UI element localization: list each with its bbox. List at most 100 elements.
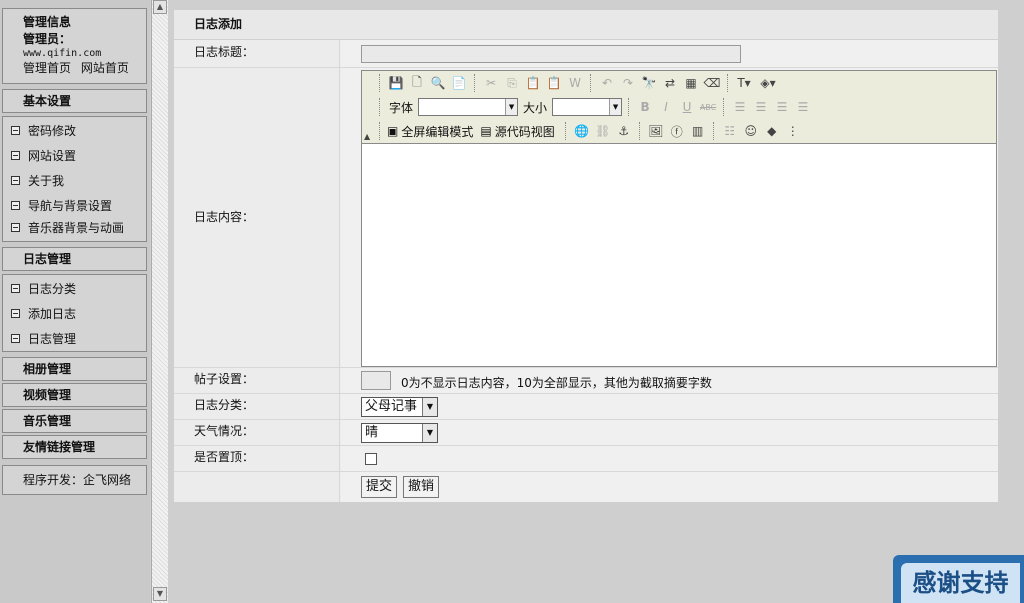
preview-icon[interactable]: 🔍 xyxy=(429,74,447,92)
insert-link-icon[interactable]: 🌐 xyxy=(573,122,591,140)
section-friend-links[interactable]: 友情链接管理 xyxy=(2,435,147,459)
collapse-icon xyxy=(11,151,20,160)
align-left-icon[interactable]: ☰ xyxy=(731,98,749,116)
section-album-management[interactable]: 相册管理 xyxy=(2,357,147,381)
collapse-toolbar-icon[interactable]: ▲ xyxy=(364,132,370,141)
page-title: 日志添加 xyxy=(174,10,998,40)
insert-flash-icon[interactable]: ⓕ xyxy=(668,122,686,140)
summary-length-input[interactable] xyxy=(361,371,391,390)
template-icon[interactable]: 📄 xyxy=(450,74,468,92)
weather-select[interactable]: 晴 ▼ xyxy=(361,423,438,443)
title-label: 日志标题： xyxy=(174,40,340,67)
align-justify-icon[interactable]: ☰ xyxy=(794,98,812,116)
chevron-down-icon: ▼ xyxy=(505,99,518,115)
collapse-icon xyxy=(11,126,20,135)
save-icon[interactable]: 💾 xyxy=(387,74,405,92)
admin-info-title: 管理信息 xyxy=(23,15,72,29)
site-home-link[interactable]: 网站首页 xyxy=(81,61,129,75)
font-label: 字体 xyxy=(389,100,414,115)
content-row: 日志内容： 💾 🗋 🔍 📄 ✂ ⎘ 📋 📋 W ↶ ↷ 🔭 ⇄ ▦ ⌫ T▾ ◈… xyxy=(174,68,998,368)
submit-button[interactable]: 提交 xyxy=(361,476,398,498)
category-label: 日志分类： xyxy=(174,394,340,419)
menu-add-log[interactable]: 添加日志 xyxy=(3,302,146,327)
admin-home-link[interactable]: 管理首页 xyxy=(23,61,71,75)
align-center-icon[interactable]: ☰ xyxy=(752,98,770,116)
fullscreen-icon: ▣ xyxy=(387,124,399,138)
basic-settings-menu: 密码修改 网站设置 关于我 导航与背景设置 音乐器背景与动画 xyxy=(2,116,147,242)
text-color-icon[interactable]: T▾ xyxy=(735,74,753,92)
source-icon: ▤ xyxy=(480,124,492,138)
menu-log-manage[interactable]: 日志管理 xyxy=(3,327,146,352)
sidebar: 管理信息 管理员： www.qifin.com 管理首页 网站首页 基本设置 密… xyxy=(0,0,150,603)
new-page-icon[interactable]: 🗋 xyxy=(408,74,426,92)
site-domain: www.qifin.com xyxy=(23,48,102,59)
weather-row: 天气情况： 晴 ▼ xyxy=(174,420,998,446)
paste-word-icon[interactable]: W xyxy=(566,74,584,92)
menu-site-settings[interactable]: 网站设置 xyxy=(3,144,146,169)
scroll-up-arrow-icon[interactable]: ▲ xyxy=(153,0,167,14)
admin-info-box: 管理信息 管理员： www.qifin.com 管理首页 网站首页 xyxy=(2,8,147,84)
fullscreen-button[interactable]: ▣ 全屏编辑模式 xyxy=(387,123,473,140)
collapse-icon xyxy=(11,309,20,318)
paste-icon[interactable]: 📋 xyxy=(524,74,542,92)
menu-log-category[interactable]: 日志分类 xyxy=(3,277,146,302)
anchor-icon[interactable]: ⚓ xyxy=(615,122,633,140)
section-basic-settings[interactable]: 基本设置 xyxy=(2,89,147,113)
size-select[interactable]: ▼ xyxy=(552,98,623,116)
developer-credit: 程序开发：企飞网络 xyxy=(2,465,147,495)
section-music-management[interactable]: 音乐管理 xyxy=(2,409,147,433)
remove-format-icon[interactable]: ⌫ xyxy=(703,74,721,92)
background-color-icon[interactable]: ◈▾ xyxy=(756,74,780,92)
size-label: 大小 xyxy=(523,100,548,115)
pin-top-label: 是否置顶： xyxy=(174,446,340,471)
unlink-icon[interactable]: ⛓ xyxy=(594,122,612,140)
page-break-icon[interactable]: ⋮ xyxy=(784,122,802,140)
actions-row: 提交 撤销 xyxy=(174,472,998,502)
cancel-button[interactable]: 撤销 xyxy=(403,476,440,498)
undo-icon[interactable]: ↶ xyxy=(598,74,616,92)
find-icon[interactable]: 🔭 xyxy=(640,74,658,92)
collapse-icon xyxy=(11,223,20,232)
vertical-scrollbar[interactable]: ▲ ▼ xyxy=(151,0,168,603)
italic-icon[interactable]: I xyxy=(657,98,675,116)
section-log-management[interactable]: 日志管理 xyxy=(2,247,147,271)
menu-music-player-bg[interactable]: 音乐器背景与动画 xyxy=(3,219,146,239)
copy-icon[interactable]: ⎘ xyxy=(503,74,521,92)
paste-text-icon[interactable]: 📋 xyxy=(545,74,563,92)
log-management-menu: 日志分类 添加日志 日志管理 xyxy=(2,274,147,352)
smiley-icon[interactable]: ☺ xyxy=(742,122,760,140)
scroll-down-arrow-icon[interactable]: ▼ xyxy=(153,587,167,601)
collapse-icon xyxy=(11,284,20,293)
pin-top-row: 是否置顶： xyxy=(174,446,998,472)
editor-toolbar: 💾 🗋 🔍 📄 ✂ ⎘ 📋 📋 W ↶ ↷ 🔭 ⇄ ▦ ⌫ T▾ ◈▾ 字体 ▼… xyxy=(362,71,996,144)
align-right-icon[interactable]: ☰ xyxy=(773,98,791,116)
menu-nav-background[interactable]: 导航与背景设置 xyxy=(3,194,146,219)
strikethrough-icon[interactable]: ABC xyxy=(699,98,717,116)
admin-label: 管理员： xyxy=(23,32,72,46)
section-video-management[interactable]: 视频管理 xyxy=(2,383,147,407)
chevron-down-icon: ▼ xyxy=(422,398,437,416)
cut-icon[interactable]: ✂ xyxy=(482,74,500,92)
select-all-icon[interactable]: ▦ xyxy=(682,74,700,92)
menu-password-change[interactable]: 密码修改 xyxy=(3,119,146,144)
category-select[interactable]: 父母记事 ▼ xyxy=(361,397,438,417)
insert-table-icon[interactable]: ▥ xyxy=(689,122,707,140)
editor-content-area[interactable] xyxy=(362,145,996,366)
post-setting-row: 帖子设置： 0为不显示日志内容，10为全部显示，其他为截取摘要字数 xyxy=(174,368,998,394)
insert-image-icon[interactable]: 🖼 xyxy=(647,122,665,140)
replace-icon[interactable]: ⇄ xyxy=(661,74,679,92)
pin-top-checkbox[interactable] xyxy=(365,453,377,465)
bold-icon[interactable]: B xyxy=(636,98,654,116)
font-select[interactable]: ▼ xyxy=(418,98,519,116)
title-input[interactable] xyxy=(361,45,741,63)
thanks-badge[interactable]: 感谢支持 xyxy=(893,555,1024,603)
collapse-icon xyxy=(11,334,20,343)
horizontal-rule-icon[interactable]: ☷ xyxy=(721,122,739,140)
underline-icon[interactable]: U xyxy=(678,98,696,116)
special-char-icon[interactable]: ◆ xyxy=(763,122,781,140)
weather-label: 天气情况： xyxy=(174,420,340,445)
source-view-button[interactable]: ▤ 源代码视图 xyxy=(480,123,554,140)
menu-about-me[interactable]: 关于我 xyxy=(3,169,146,194)
redo-icon[interactable]: ↷ xyxy=(619,74,637,92)
chevron-down-icon: ▼ xyxy=(609,99,622,115)
